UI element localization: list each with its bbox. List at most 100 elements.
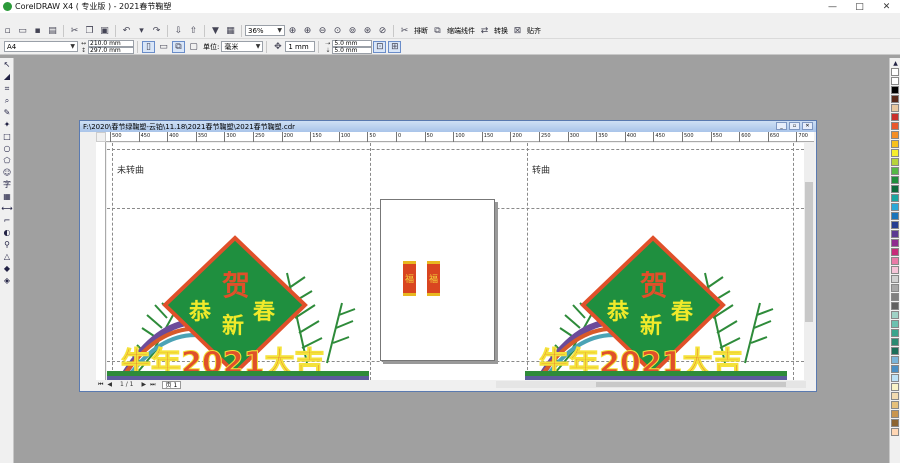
color-swatch[interactable] [891,302,899,310]
copy-icon[interactable]: ❐ [83,25,96,37]
color-swatch[interactable] [891,374,899,382]
color-swatch[interactable] [891,311,899,319]
vertical-scrollbar[interactable] [804,142,814,380]
color-swatch[interactable] [891,221,899,229]
color-swatch[interactable] [891,203,899,211]
vertical-ruler[interactable] [96,142,106,380]
pick-tool-icon[interactable]: ↖ [1,59,13,70]
color-swatch[interactable] [891,149,899,157]
zoom-selected-icon[interactable]: ⊙ [331,25,344,37]
color-swatch[interactable] [891,239,899,247]
drawing-canvas[interactable]: 未转曲 转曲 福 福 贺 恭 新 春 牛年2021大吉 贺 恭 新 春 牛年20… [107,143,804,380]
portrait-icon[interactable]: ▯ [142,40,155,53]
ellipse-tool-icon[interactable]: ○ [1,143,13,154]
minimize-button[interactable]: — [819,0,846,13]
nudge-distance-input[interactable]: 1 mm [285,41,316,52]
save-icon[interactable]: ▪ [31,25,44,37]
convert-button-label[interactable]: 转换 [494,26,508,36]
trim-button-label[interactable]: 排断 [414,26,428,36]
guideline[interactable] [370,143,371,380]
color-swatch[interactable] [891,194,899,202]
treat-as-filled-icon[interactable]: ⊞ [388,40,402,53]
color-swatch[interactable] [891,167,899,175]
zoom-in-icon[interactable]: ⊕ [301,25,314,37]
color-swatch[interactable] [891,338,899,346]
color-swatch[interactable] [891,275,899,283]
last-page-icon[interactable]: ⏭ [150,381,155,389]
color-swatch[interactable] [891,293,899,301]
redo-icon[interactable]: ↷ [150,25,163,37]
smart-fill-tool-icon[interactable]: ✦ [1,119,13,130]
color-swatch[interactable] [891,77,899,85]
color-swatch[interactable] [891,230,899,238]
guideline[interactable] [107,149,804,150]
color-swatch[interactable] [891,383,899,391]
new-document-icon[interactable]: ▫ [1,25,14,37]
zoom-out-icon[interactable]: ⊖ [316,25,329,37]
color-swatch[interactable] [891,284,899,292]
color-swatch[interactable] [891,95,899,103]
eyedropper-tool-icon[interactable]: ⚲ [1,239,13,250]
maximize-button[interactable]: □ [846,0,873,13]
prev-page-icon[interactable]: ◀ [107,381,112,388]
draw-units-icon[interactable]: ⊡ [373,40,387,53]
scroll-thumb[interactable] [596,382,786,387]
color-swatch[interactable] [891,86,899,94]
rectangle-tool-icon[interactable]: □ [1,131,13,142]
scroll-thumb[interactable] [805,182,813,322]
zoom-page-icon[interactable]: ⊚ [346,25,359,37]
duplicate-y-input[interactable]: 5.0 mm [332,46,373,54]
page-height-input[interactable]: 297.0 mm [88,46,134,54]
color-swatch[interactable] [891,347,899,355]
no-color-swatch[interactable] [891,68,899,76]
new-year-artwork-unconverted[interactable]: 贺 恭 新 春 牛年2021大吉 [107,233,369,380]
connector-tool-icon[interactable]: ⌐ [1,215,13,226]
freehand-tool-icon[interactable]: ✎ [1,107,13,118]
next-page-icon[interactable]: ▶ [142,381,147,388]
polygon-tool-icon[interactable]: ⬠ [1,155,13,166]
open-icon[interactable]: ▭ [16,25,29,37]
doc-restore-button[interactable]: ▫ [789,122,800,130]
fill-tool-icon[interactable]: ◆ [1,263,13,274]
snap-icon[interactable]: ⊠ [511,25,524,37]
couplet-left[interactable]: 福 [403,261,416,296]
text-tool-icon[interactable]: 字 [1,179,13,190]
doc-close-button[interactable]: ✕ [802,122,813,130]
page-tab[interactable]: 页 1 [161,380,182,389]
zoom-width-icon[interactable]: ⊛ [361,25,374,37]
basic-shapes-tool-icon[interactable]: ☺ [1,167,13,178]
zoom-fit-icon[interactable]: ⊕ [286,25,299,37]
weld-button-label[interactable]: 缩端线件 [447,26,475,36]
paste-icon[interactable]: ▣ [98,25,111,37]
page-size-combo[interactable]: A4 ▼ [4,41,78,52]
color-swatch[interactable] [891,365,899,373]
trim-icon[interactable]: ⧉ [431,25,444,37]
color-swatch[interactable] [891,410,899,418]
color-swatch[interactable] [891,392,899,400]
convert-icon[interactable]: ⇄ [478,25,491,37]
cut-icon[interactable]: ✂ [68,25,81,37]
current-page-icon[interactable]: ▢ [187,41,200,53]
guideline[interactable] [793,143,794,380]
zoom-height-icon[interactable]: ⊘ [376,25,389,37]
color-swatch[interactable] [891,257,899,265]
color-swatch[interactable] [891,176,899,184]
scissors-icon[interactable]: ✂ [398,25,411,37]
color-swatch[interactable] [891,113,899,121]
color-swatch[interactable] [891,131,899,139]
interactive-fill-tool-icon[interactable]: ◈ [1,275,13,286]
first-page-icon[interactable]: ⏮ [98,381,103,389]
color-swatch[interactable] [891,428,899,436]
zoom-level-combo[interactable]: 36% ▼ [245,25,285,36]
color-swatch[interactable] [891,329,899,337]
color-swatch[interactable] [891,356,899,364]
color-swatch[interactable] [891,140,899,148]
table-tool-icon[interactable]: ▦ [1,191,13,202]
crop-tool-icon[interactable]: ⌗ [1,83,13,94]
color-swatch[interactable] [891,266,899,274]
undo-dropdown-icon[interactable]: ▾ [135,25,148,37]
close-button[interactable]: ✕ [873,0,900,13]
duplicate-x-input[interactable]: 5.0 mm [332,39,373,47]
landscape-icon[interactable]: ▭ [157,41,170,53]
outline-tool-icon[interactable]: △ [1,251,13,262]
